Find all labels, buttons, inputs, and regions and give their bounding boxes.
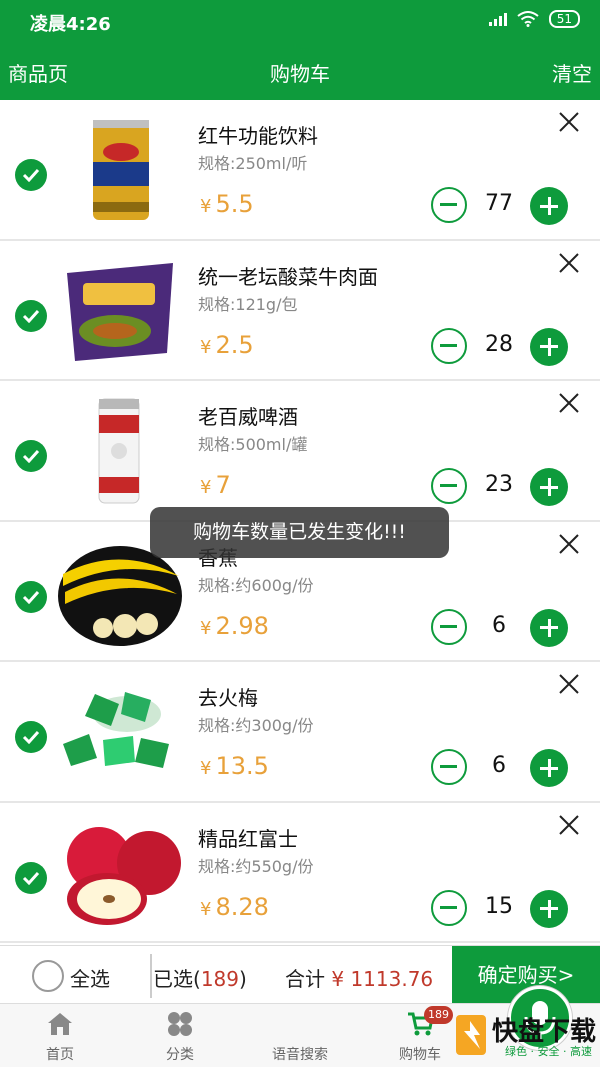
item-checkbox[interactable] xyxy=(15,861,47,894)
quantity-value: 15 xyxy=(485,893,513,919)
watermark-subtext: 绿色 · 安全 · 高速 xyxy=(505,1045,592,1058)
product-image xyxy=(67,826,181,925)
decrease-qty-button[interactable] xyxy=(431,608,467,645)
decrease-qty-button[interactable] xyxy=(431,187,467,223)
category-icon xyxy=(168,1012,192,1036)
currency-symbol: ¥ xyxy=(200,617,212,639)
select-all-checkbox[interactable] xyxy=(32,960,64,992)
quantity-value: 6 xyxy=(492,612,506,638)
currency-symbol: ¥ xyxy=(200,336,212,358)
home-icon xyxy=(48,1013,72,1035)
product-image xyxy=(93,120,149,220)
product-spec: 规格:250ml/听 xyxy=(198,154,308,173)
currency-symbol: ¥ xyxy=(200,898,212,920)
price-value: 7 xyxy=(215,471,231,499)
product-name: 老百威啤酒 xyxy=(198,405,298,429)
increase-qty-button[interactable] xyxy=(530,327,568,366)
increase-qty-button[interactable] xyxy=(530,889,568,928)
cart-item: 精品红富士 规格:约550g/份 ¥8.28 15 xyxy=(0,802,600,943)
signal-icon xyxy=(488,12,507,26)
item-checkbox[interactable] xyxy=(15,159,47,191)
item-checkbox[interactable] xyxy=(15,580,47,613)
product-price: ¥7 xyxy=(200,471,231,499)
decrease-qty-button[interactable] xyxy=(431,889,467,926)
price-value: 8.28 xyxy=(215,892,269,921)
cart-item: 统一老坛酸菜牛肉面 规格:121g/包 ¥2.5 28 xyxy=(0,240,600,381)
decrease-qty-button[interactable] xyxy=(431,468,467,504)
currency-symbol: ¥ xyxy=(200,477,212,498)
quantity-value: 28 xyxy=(485,331,513,357)
price-value: 13.5 xyxy=(215,752,269,780)
tab-voice-search[interactable]: 语音搜索 xyxy=(240,986,572,1067)
divider xyxy=(150,954,152,998)
item-checkbox[interactable] xyxy=(15,721,47,753)
product-price: ¥2.5 xyxy=(200,331,254,359)
close-icon[interactable] xyxy=(557,110,581,134)
product-spec: 规格:121g/包 xyxy=(198,294,298,314)
price-value: 2.5 xyxy=(215,330,254,359)
product-image xyxy=(98,398,140,504)
decrease-qty-button[interactable] xyxy=(431,749,467,785)
increase-qty-button[interactable] xyxy=(530,749,568,787)
tab-category[interactable]: 分类 xyxy=(120,1004,240,1067)
total-price: 合计 ¥ 1113.76 xyxy=(285,967,434,991)
cart-item: 去火梅 规格:约300g/份 ¥13.5 6 xyxy=(0,662,600,803)
product-name: 去火梅 xyxy=(198,686,258,710)
product-spec: 规格:500ml/罐 xyxy=(198,435,308,454)
close-icon[interactable] xyxy=(557,391,581,415)
close-icon[interactable] xyxy=(557,813,581,837)
close-icon[interactable] xyxy=(557,532,581,556)
currency-symbol: ¥ xyxy=(200,196,212,217)
product-spec: 规格:约600g/份 xyxy=(198,575,314,595)
cart-item: 老百威啤酒 规格:500ml/罐 ¥7 23 xyxy=(0,381,600,522)
increase-qty-button[interactable] xyxy=(530,468,568,506)
quantity-value: 23 xyxy=(485,472,513,497)
currency-symbol: ¥ xyxy=(200,758,212,779)
page-title: 购物车 xyxy=(270,62,330,86)
battery-indicator: 51 xyxy=(548,10,580,28)
toast-message: 购物车数量已发生变化!!! xyxy=(150,507,449,558)
status-icons: 51 xyxy=(488,10,580,28)
increase-qty-button[interactable] xyxy=(530,187,568,225)
item-checkbox[interactable] xyxy=(15,299,47,332)
product-price: ¥5.5 xyxy=(200,190,254,218)
product-price: ¥8.28 xyxy=(200,893,269,921)
increase-qty-button[interactable] xyxy=(530,608,568,647)
product-page-link[interactable]: 商品页 xyxy=(8,58,68,87)
close-icon[interactable] xyxy=(557,251,581,275)
status-time: 凌晨4:26 xyxy=(30,14,111,35)
quantity-value: 6 xyxy=(492,753,506,778)
product-price: ¥2.98 xyxy=(200,612,269,640)
price-value: 2.98 xyxy=(215,611,269,640)
product-spec: 规格:约300g/份 xyxy=(198,716,314,735)
app-header: 凌晨4:26 51 商品页 购物车 清空 xyxy=(0,0,600,100)
tab-home[interactable]: 首页 xyxy=(0,1004,120,1067)
cart-item: 红牛功能饮料 规格:250ml/听 ¥5.5 77 xyxy=(0,100,600,241)
item-checkbox[interactable] xyxy=(15,440,47,472)
checkout-bar: 全选 已选(189) 合计 ¥ 1113.76 确定购买> xyxy=(0,945,600,1004)
clear-cart-button[interactable]: 清空 xyxy=(552,58,592,87)
select-all-label[interactable]: 全选 xyxy=(70,963,110,992)
product-spec: 规格:约550g/份 xyxy=(198,856,314,876)
wifi-icon xyxy=(517,11,539,27)
product-image xyxy=(63,692,169,768)
product-name: 统一老坛酸菜牛肉面 xyxy=(198,264,378,289)
price-value: 5.5 xyxy=(215,190,254,218)
product-price: ¥13.5 xyxy=(200,752,269,780)
product-image xyxy=(67,262,173,361)
selected-count: 已选(189) xyxy=(153,967,247,991)
quantity-value: 77 xyxy=(485,191,513,216)
product-name: 红牛功能饮料 xyxy=(198,124,318,148)
decrease-qty-button[interactable] xyxy=(431,327,467,364)
close-icon[interactable] xyxy=(557,672,581,696)
product-name: 精品红富士 xyxy=(198,826,298,851)
